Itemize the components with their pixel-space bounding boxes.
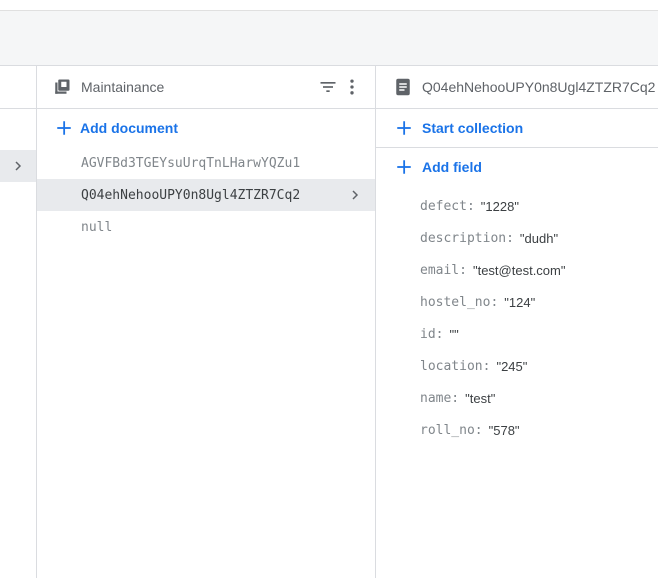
chevron-right-icon bbox=[15, 161, 22, 171]
filter-button[interactable] bbox=[317, 76, 339, 98]
collection-actions bbox=[315, 76, 363, 98]
field-key: name: bbox=[420, 390, 460, 406]
parent-column-header bbox=[0, 66, 36, 109]
collection-title: Maintainance bbox=[81, 79, 165, 95]
field-list: defect: "1228" description: "dudh" email… bbox=[376, 190, 658, 446]
field-key: location: bbox=[420, 358, 491, 374]
document-item-selected[interactable]: Q04ehNehooUPY0n8Ugl4ZTZR7Cq2 bbox=[37, 179, 375, 211]
top-strip bbox=[0, 0, 658, 11]
field-row[interactable]: name: "test" bbox=[376, 382, 658, 414]
document-title: Q04ehNehooUPY0n8Ugl4ZTZR7Cq2 bbox=[422, 79, 656, 95]
collection-header: Maintainance bbox=[37, 66, 375, 109]
field-value: "124" bbox=[504, 294, 536, 310]
field-key: hostel_no: bbox=[420, 294, 499, 310]
field-row[interactable]: description: "dudh" bbox=[376, 222, 658, 254]
filter-icon bbox=[320, 82, 336, 92]
more-options-button[interactable] bbox=[341, 76, 363, 98]
plus-icon bbox=[395, 119, 413, 137]
add-field-button[interactable]: Add field bbox=[376, 148, 658, 186]
field-value: "test" bbox=[465, 390, 496, 406]
field-key: description: bbox=[420, 230, 514, 246]
field-row[interactable]: location: "245" bbox=[376, 350, 658, 382]
collection-column: Maintainance Add document AGVFBd3TGEYsuU… bbox=[37, 66, 376, 578]
document-icon bbox=[394, 78, 412, 96]
field-value: "dudh" bbox=[519, 230, 559, 246]
field-key: id: bbox=[420, 326, 444, 342]
field-row[interactable]: hostel_no: "124" bbox=[376, 286, 658, 318]
document-id: AGVFBd3TGEYsuUrqTnLHarwYQZu1 bbox=[81, 155, 301, 171]
field-row[interactable]: email: "test@test.com" bbox=[376, 254, 658, 286]
document-id: null bbox=[81, 219, 113, 235]
field-value: "test@test.com" bbox=[472, 262, 566, 278]
field-row[interactable]: defect: "1228" bbox=[376, 190, 658, 222]
field-value: "1228" bbox=[480, 198, 519, 214]
document-id: Q04ehNehooUPY0n8Ugl4ZTZR7Cq2 bbox=[81, 187, 301, 203]
field-value: "245" bbox=[496, 358, 528, 374]
document-item[interactable]: null bbox=[37, 211, 375, 243]
collection-icon bbox=[53, 78, 71, 96]
start-collection-button[interactable]: Start collection bbox=[376, 109, 658, 147]
plus-icon bbox=[395, 158, 413, 176]
add-document-label: Add document bbox=[80, 120, 178, 136]
chevron-right-icon bbox=[352, 190, 359, 200]
field-row[interactable]: id: "" bbox=[376, 318, 658, 350]
document-header: Q04ehNehooUPY0n8Ugl4ZTZR7Cq2 bbox=[376, 66, 658, 109]
add-field-label: Add field bbox=[422, 159, 482, 175]
toolbar-area bbox=[0, 11, 658, 66]
field-key: email: bbox=[420, 262, 467, 278]
add-document-button[interactable]: Add document bbox=[37, 109, 375, 147]
field-value: "578" bbox=[488, 422, 520, 438]
parent-selected-row[interactable] bbox=[0, 150, 36, 182]
field-key: roll_no: bbox=[420, 422, 483, 438]
start-collection-label: Start collection bbox=[422, 120, 524, 136]
document-list: AGVFBd3TGEYsuUrqTnLHarwYQZu1 Q04ehNehooU… bbox=[37, 147, 375, 243]
field-row[interactable]: roll_no: "578" bbox=[376, 414, 658, 446]
field-key: defect: bbox=[420, 198, 475, 214]
field-value: "" bbox=[449, 326, 459, 342]
parent-column bbox=[0, 66, 37, 578]
document-column: Q04ehNehooUPY0n8Ugl4ZTZR7Cq2 Start colle… bbox=[376, 66, 658, 578]
document-item[interactable]: AGVFBd3TGEYsuUrqTnLHarwYQZu1 bbox=[37, 147, 375, 179]
plus-icon bbox=[55, 119, 73, 137]
more-vert-icon bbox=[350, 79, 354, 95]
